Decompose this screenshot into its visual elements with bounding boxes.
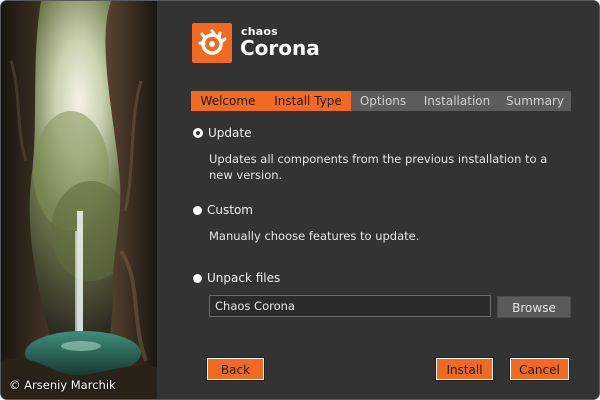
unpack-option[interactable]: Unpack files <box>193 271 280 285</box>
installer-window: © Arseniy Marchik chaos Corona Welcome I… <box>0 0 600 400</box>
unpack-label[interactable]: Unpack files <box>207 271 280 285</box>
custom-description: Manually choose features to update. <box>209 229 420 243</box>
tab-summary: Summary <box>506 94 564 108</box>
browse-button[interactable]: Browse <box>497 296 571 318</box>
unpack-radio[interactable] <box>193 273 202 283</box>
update-label[interactable]: Update <box>208 126 251 140</box>
install-button[interactable]: Install <box>435 357 494 381</box>
tab-install-type: Install Type <box>265 91 351 111</box>
update-option[interactable]: Update <box>193 126 251 140</box>
update-radio[interactable] <box>194 129 202 137</box>
corona-flame-icon <box>192 23 232 63</box>
unpack-path-input[interactable]: Chaos Corona <box>209 295 491 317</box>
custom-option[interactable]: Custom <box>193 203 253 217</box>
tab-installation: Installation <box>423 94 491 108</box>
tab-welcome: Welcome <box>191 91 265 111</box>
tab-options: Options <box>359 94 407 108</box>
custom-radio[interactable] <box>193 205 202 215</box>
cancel-button[interactable]: Cancel <box>509 357 570 381</box>
wizard-steps: Welcome Install Type Options Installatio… <box>191 91 571 111</box>
cave-waterfall-photo: © Arseniy Marchik <box>1 1 157 399</box>
brand-product: Corona <box>240 36 320 60</box>
back-button[interactable]: Back <box>206 357 265 381</box>
update-description: Updates all components from the previous… <box>209 152 548 182</box>
photo-credit: © Arseniy Marchik <box>9 378 116 392</box>
custom-label[interactable]: Custom <box>207 203 253 217</box>
installer-content: chaos Corona Welcome Install Type Option… <box>157 1 599 399</box>
